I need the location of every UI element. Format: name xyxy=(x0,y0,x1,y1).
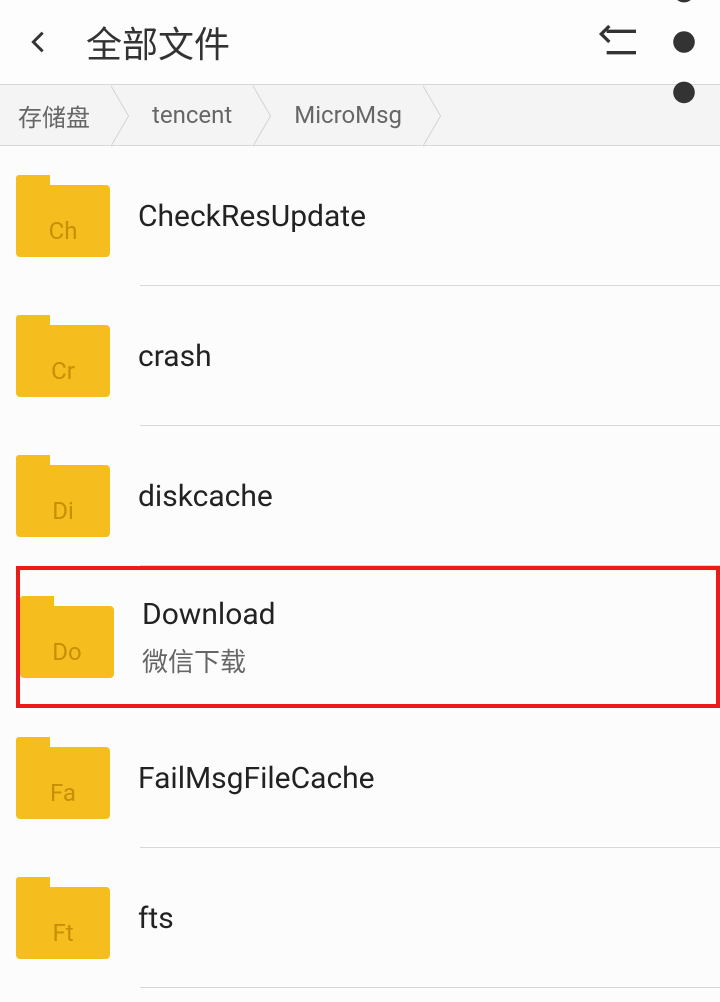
folder-icon: Do xyxy=(20,596,114,678)
breadcrumb: 存储盘 tencent MicroMsg xyxy=(0,84,720,146)
folder-info: fts xyxy=(138,899,720,938)
folder-info: FailMsgFileCache xyxy=(138,759,720,798)
more-button[interactable] xyxy=(666,18,702,66)
folder-info: diskcache xyxy=(138,477,720,516)
breadcrumb-item-micromsg[interactable]: MicroMsg xyxy=(270,85,440,145)
folder-abbr: Do xyxy=(20,638,114,666)
folder-name: CheckResUpdate xyxy=(138,197,720,236)
folder-icon: Fa xyxy=(16,737,110,819)
breadcrumb-item-tencent[interactable]: tencent xyxy=(128,85,270,145)
sort-icon xyxy=(596,18,644,66)
highlight-box: Do Download 微信下载 xyxy=(16,566,720,708)
breadcrumb-item-storage[interactable]: 存储盘 xyxy=(0,85,128,145)
folder-item[interactable]: Ch CheckResUpdate xyxy=(16,146,720,286)
file-list: Ch CheckResUpdate Crcrash Di diskcache Do Down… xyxy=(0,146,720,988)
back-button[interactable] xyxy=(18,22,58,62)
folder-info: Download 微信下载 xyxy=(142,595,716,679)
folder-info: crash xyxy=(138,337,720,376)
back-icon xyxy=(24,28,52,56)
breadcrumb-label: 存储盘 xyxy=(18,98,90,133)
folder-item[interactable]: Do Download 微信下载 xyxy=(20,570,716,704)
folder-item[interactable]: Di diskcache xyxy=(16,426,720,566)
more-icon xyxy=(666,0,702,114)
folder-name: fts xyxy=(138,899,720,938)
folder-abbr: Di xyxy=(16,497,110,525)
folder-abbr: Ch xyxy=(16,217,110,245)
folder-abbr: Fa xyxy=(16,779,110,807)
folder-subtitle: 微信下载 xyxy=(142,642,716,679)
folder-abbr: Ft xyxy=(16,919,110,947)
folder-name: Download xyxy=(142,595,716,634)
folder-icon: Cr xyxy=(16,315,110,397)
folder-icon: Ch xyxy=(16,175,110,257)
folder-item[interactable]: Fa FailMsgFileCache xyxy=(16,708,720,848)
breadcrumb-label: tencent xyxy=(152,101,232,129)
header: 全部文件 xyxy=(0,0,720,84)
folder-name: diskcache xyxy=(138,477,720,516)
divider xyxy=(140,987,720,988)
divider xyxy=(140,565,720,566)
folder-info: CheckResUpdate xyxy=(138,197,720,236)
folder-name: FailMsgFileCache xyxy=(138,759,720,798)
folder-icon: Ft xyxy=(16,877,110,959)
folder-name: crash xyxy=(138,337,720,376)
page-title: 全部文件 xyxy=(86,16,596,68)
folder-item[interactable]: Ftfts xyxy=(16,848,720,988)
breadcrumb-label: MicroMsg xyxy=(294,101,402,129)
folder-item[interactable]: Crcrash xyxy=(16,286,720,426)
folder-icon: Di xyxy=(16,455,110,537)
sort-button[interactable] xyxy=(596,18,644,66)
folder-abbr: Cr xyxy=(16,357,110,385)
